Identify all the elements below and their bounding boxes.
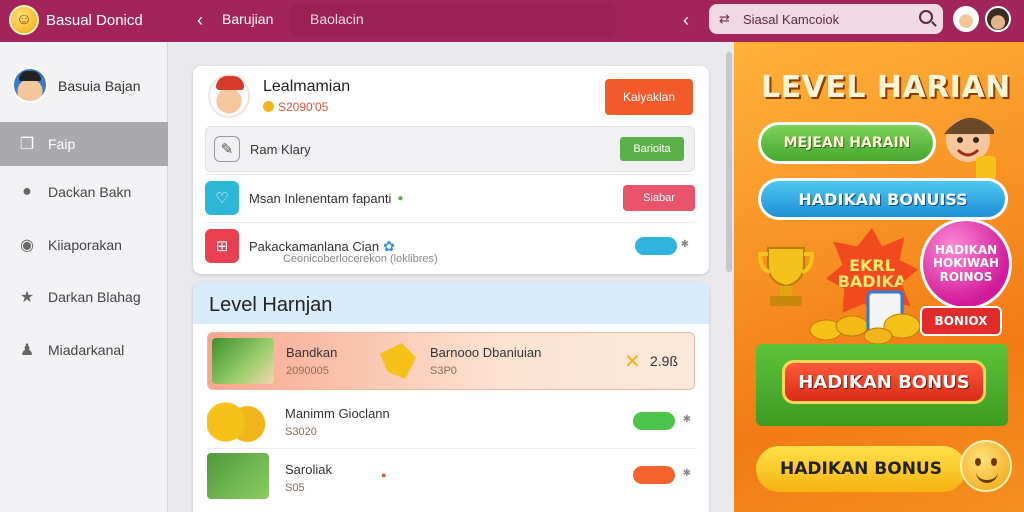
list-item-text: Pakackamanlana Cian	[249, 238, 380, 254]
profile-avatar[interactable]	[12, 67, 48, 103]
star-small-icon: ✱	[680, 239, 689, 250]
sparkle-icon: ✕	[624, 351, 641, 373]
daily-task-card: Lealmamian S2090'05 Kaiyaklan ✎ Ram Klar…	[193, 66, 709, 274]
list-item-title: Saroliak	[285, 462, 332, 477]
card-subtitle-text: S2090'05	[278, 100, 329, 114]
toggle-switch[interactable]	[633, 466, 675, 484]
sidebar-item-label: Dackan Bakn	[48, 184, 132, 200]
card-title: Level Harnjan	[209, 294, 333, 316]
card-title: Lealmamian	[263, 78, 351, 95]
list-item-sub: S3020	[285, 426, 317, 438]
divider	[207, 448, 697, 449]
bonus-pill[interactable]: HADIKAN BONUISS	[758, 178, 1008, 220]
list-item[interactable]: ⊞ Pakackamanlana Cian ✿ Ceonicoberlocere…	[205, 223, 695, 269]
sidebar-item-label: Miadarkanal	[48, 342, 125, 358]
search-prefix-icon: ⇄	[719, 11, 730, 26]
edit-icon: ✎	[214, 136, 240, 162]
back-arrow-icon-right[interactable]: ‹	[676, 9, 696, 31]
star-badge-icon	[380, 343, 416, 379]
ball-text: HADIKAN HOKIWAH ROINOS	[932, 243, 1000, 284]
daily-mission-pill[interactable]: MEJEAN HARAIN	[758, 122, 936, 164]
search-input[interactable]	[743, 11, 913, 27]
badge-icon: ✿	[383, 237, 395, 254]
card-subtitle: S2090'05	[263, 100, 328, 114]
app-title: Basual Donicd	[46, 12, 143, 29]
chat-icon: ◉	[20, 237, 34, 254]
pill-label: MEJEAN HARAIN	[783, 135, 911, 151]
pill-label: HADIKAN BONUISS	[798, 189, 968, 209]
heart-icon: ♡	[205, 181, 239, 215]
featured-mid-title: Barnooo Dbaniuian	[430, 345, 542, 360]
sidebar-item-label: Kiiaporakan	[48, 237, 122, 253]
list-item-button[interactable]: Barioita	[620, 137, 684, 161]
search-box[interactable]: ⇄	[709, 4, 943, 34]
list-item-text: Msan Inlenentam fapanti	[249, 190, 392, 206]
back-arrow-icon[interactable]: ‹	[190, 9, 210, 31]
level-thumbnail	[212, 338, 274, 384]
avatar-secondary[interactable]	[985, 6, 1011, 32]
bonus-tag: BONIOX	[920, 306, 1002, 336]
search-icon[interactable]	[919, 10, 933, 24]
breadcrumb-secondary[interactable]: Baolacin	[290, 4, 616, 36]
claim-bonus-button-secondary[interactable]: HADIKAN BONUS	[756, 446, 966, 492]
book-icon: ❐	[19, 136, 35, 153]
star-small-icon: ✱	[682, 468, 691, 479]
level-card: Level Harnjan Bandkan 2090005 Barnooo Db…	[193, 282, 709, 512]
sidebar-item-dackan-bakn[interactable]: ● Dackan Bakn	[0, 170, 168, 214]
user-icon: ♟	[19, 342, 35, 359]
person-icon: ●	[22, 183, 32, 200]
list-item-button[interactable]: Siabar	[623, 185, 695, 211]
promo-title: LEVEL HARIAN	[761, 70, 1011, 105]
star-icon: ★	[19, 289, 35, 306]
top-bar: ☺ Basual Donicd ‹ Barujian Baolacin ‹ ⇄	[0, 0, 1024, 42]
featured-level-row[interactable]: Bandkan 2090005 Barnooo Dbaniuian S3P0 ✕…	[207, 332, 695, 390]
list-item[interactable]: ♡ Msan Inlenentam fapanti ● Siabar	[205, 175, 695, 221]
gift-icon: ⊞	[205, 229, 239, 263]
sidebar-item-label: Faip	[48, 136, 76, 152]
smiley-icon	[960, 440, 1012, 492]
list-item[interactable]: ✎ Ram Klary Barioita	[205, 126, 695, 172]
list-item-title: Manimm Gioclann	[285, 406, 390, 421]
star-small-icon: ✱	[682, 414, 691, 425]
toggle-switch[interactable]	[635, 237, 677, 255]
main-content: Lealmamian S2090'05 Kaiyaklan ✎ Ram Klar…	[168, 42, 734, 512]
mascot-avatar	[208, 74, 250, 118]
app-logo-icon: ☺	[9, 5, 39, 35]
avatar[interactable]	[953, 6, 979, 32]
featured-left-title: Bandkan	[286, 345, 338, 360]
toggle-switch[interactable]	[633, 412, 675, 430]
bonus-ball[interactable]: HADIKAN HOKIWAH ROINOS	[920, 218, 1012, 310]
coins-pile-icon	[806, 286, 926, 346]
list-item-text: Ram Klary	[250, 141, 311, 157]
list-item[interactable]: Manimm Gioclann S3020 ✱	[207, 396, 697, 448]
sidebar-item-label: Darkan Blahag	[48, 289, 141, 305]
mascot-boy-icon	[936, 104, 1002, 184]
coin-icon	[263, 101, 274, 112]
sidebar-item-kiiaporakan[interactable]: ◉ Kiiaporakan	[0, 223, 168, 267]
list-item-meta: Ceonicoberlocerekon (loklibres)	[283, 253, 438, 265]
promo-panel: LEVEL HARIAN MEJEAN HARAIN HADIKAN BONUI…	[734, 42, 1024, 512]
breadcrumb-secondary-label: Baolacin	[310, 11, 364, 27]
sidebar-item-miadarkanal[interactable]: ♟ Miadarkanal	[0, 328, 168, 372]
list-item[interactable]: Saroliak S05 ● ✱	[207, 450, 697, 502]
coins-thumbnail	[207, 402, 269, 442]
scrollbar[interactable]	[726, 52, 732, 272]
claim-bonus-button[interactable]: HADIKAN BONUS	[782, 360, 986, 404]
profile-name: Basuia Bajan	[58, 78, 141, 94]
breadcrumb-primary[interactable]: Barujian	[222, 11, 273, 27]
status-dot-icon: ●	[381, 470, 387, 480]
sidebar: Basuia Bajan ❐ Faip ● Dackan Bakn ◉ Kiia…	[0, 42, 168, 512]
featured-value: 2.9ß	[650, 353, 679, 369]
featured-mid-sub: S3P0	[430, 365, 457, 377]
sidebar-item-darkan-blahag[interactable]: ★ Darkan Blahag	[0, 275, 168, 319]
list-item-sub: S05	[285, 482, 305, 494]
status-dot-icon: ●	[397, 192, 404, 204]
card-header: Level Harnjan	[193, 282, 709, 324]
featured-left-sub: 2090005	[286, 365, 329, 377]
primary-action-button[interactable]: Kaiyaklan	[605, 79, 693, 115]
sidebar-item-faip[interactable]: ❐ Faip	[0, 122, 168, 166]
jar-thumbnail	[207, 453, 269, 499]
